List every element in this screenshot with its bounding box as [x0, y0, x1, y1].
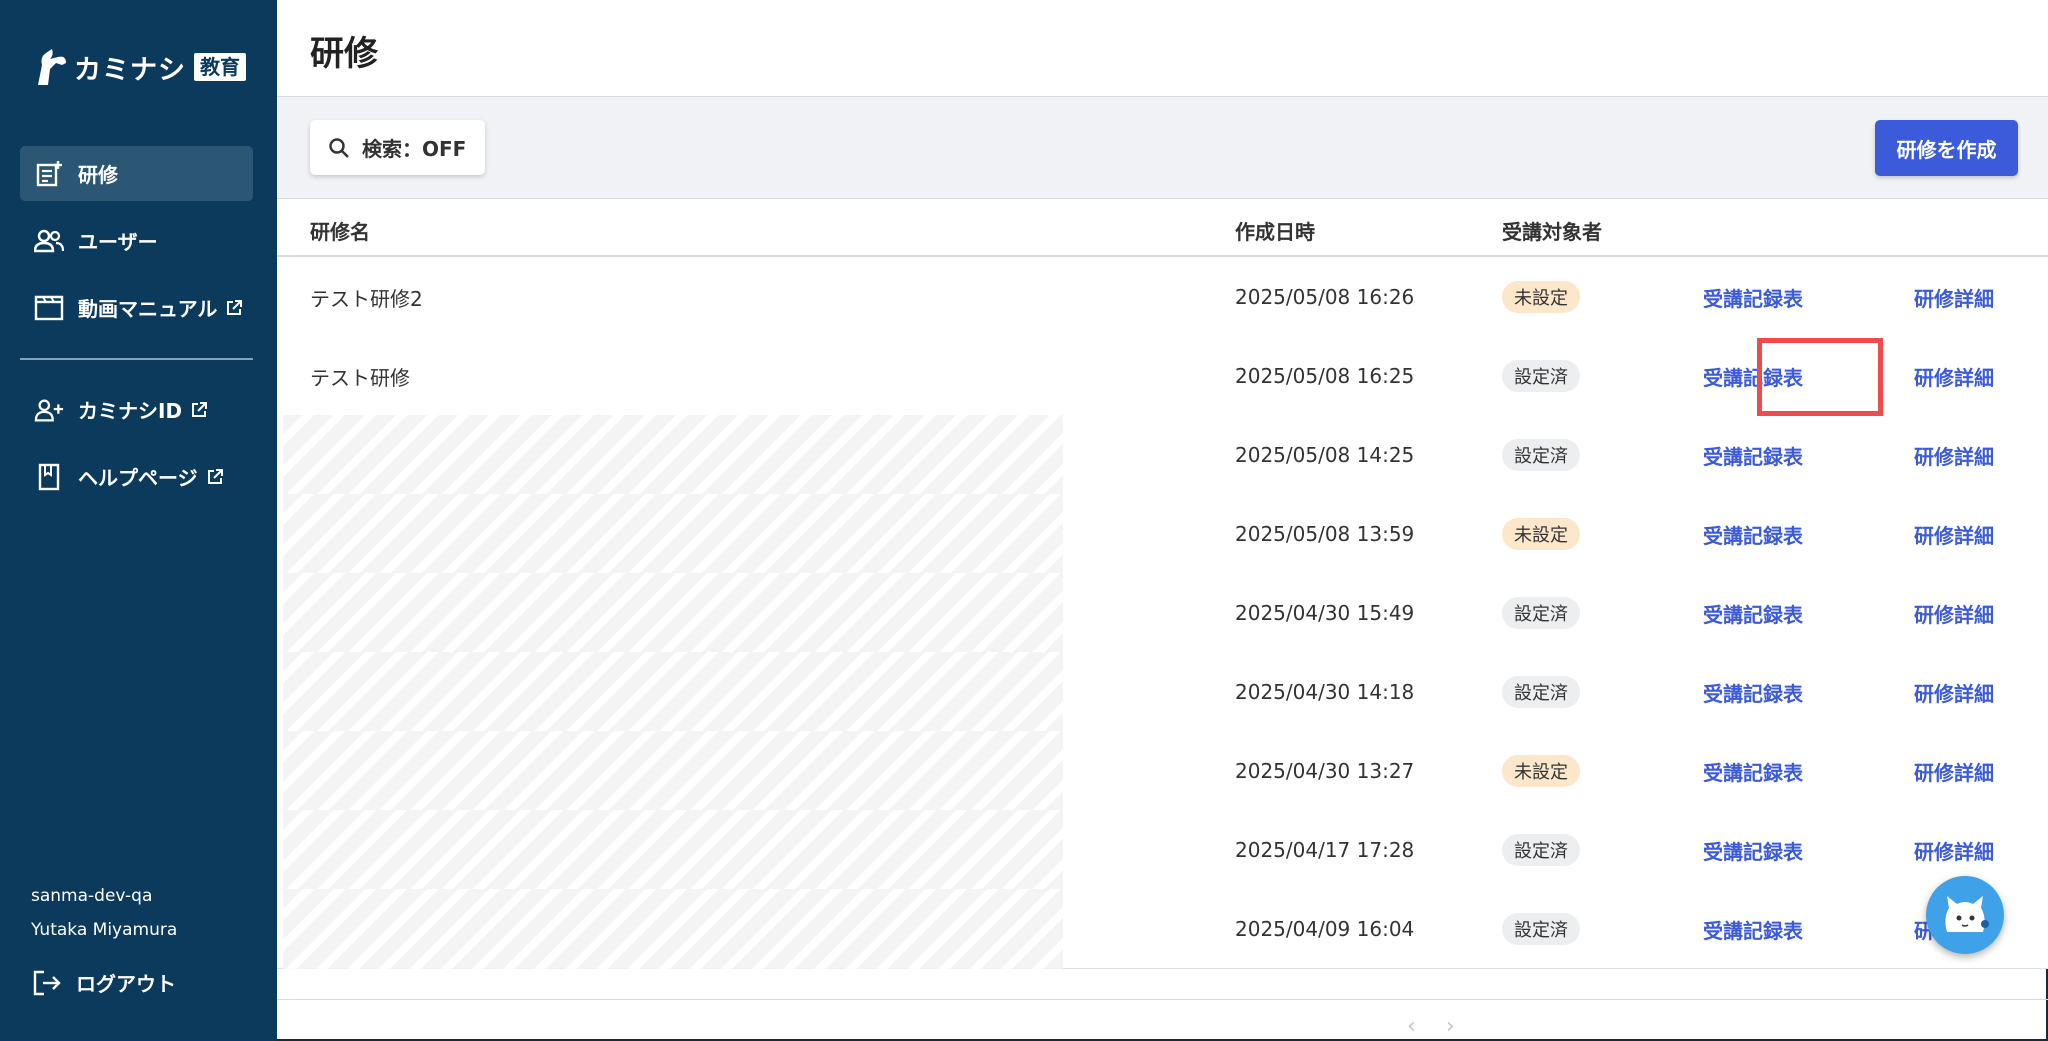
training-detail-link[interactable]: 研修詳細: [1914, 494, 1994, 574]
training-detail-link[interactable]: 研修詳細: [1914, 415, 1994, 495]
target-status-badge: 設定済: [1502, 360, 1580, 392]
redacted-training-name: [283, 415, 1063, 495]
search-toggle-button[interactable]: 検索：OFF: [310, 120, 485, 175]
table-row[interactable]: 2025/04/17 17:28 設定済 受講記録表 研修詳細: [277, 810, 2048, 890]
created-date: 2025/05/08 13:59: [1235, 522, 1415, 546]
goat-logo-icon: [38, 49, 66, 85]
toolbar: 検索：OFF 研修を作成: [277, 97, 2048, 199]
redacted-training-name: [283, 652, 1063, 732]
main-content: 研修 検索：OFF 研修を作成 研修名 作成日時 受講対象者 テスト研修2 202…: [277, 0, 2048, 1041]
table-row[interactable]: 2025/05/08 13:59 未設定 受講記録表 研修詳細: [277, 494, 2048, 574]
created-date: 2025/04/30 15:49: [1235, 601, 1415, 625]
target-status-badge: 未設定: [1502, 281, 1580, 313]
edit-note-icon: [34, 159, 64, 189]
training-detail-link[interactable]: 研修詳細: [1914, 336, 1994, 416]
logo-badge: 教育: [194, 53, 246, 81]
search-icon: [329, 137, 349, 158]
sidebar: カミナシ 教育 研修 ユーザー 動画マニュアル カミナシID ヘルプページ sa…: [0, 0, 277, 1041]
column-header-created[interactable]: 作成日時: [1235, 216, 1315, 245]
pager-prev-button[interactable]: ‹: [1407, 1014, 1446, 1039]
sidebar-item-kaminashi-id[interactable]: カミナシID: [20, 382, 253, 437]
table-row[interactable]: 2025/04/30 14:18 設定済 受講記録表 研修詳細: [277, 652, 2048, 732]
sidebar-item-label: ヘルプページ: [78, 466, 198, 490]
created-date: 2025/05/08 16:26: [1235, 285, 1415, 309]
users-icon: [34, 226, 64, 256]
table-row[interactable]: 2025/04/09 16:04 設定済 受講記録表研: [277, 889, 2048, 969]
table-header: 研修名 作成日時 受講対象者: [277, 199, 2048, 257]
sidebar-item-users[interactable]: ユーザー: [20, 213, 253, 268]
training-detail-link[interactable]: 研修詳細: [1914, 731, 1994, 811]
pager-next-button[interactable]: ›: [1446, 1014, 1485, 1039]
logout-icon: [32, 968, 62, 998]
training-detail-link[interactable]: 研修詳細: [1914, 652, 1994, 732]
training-name[interactable]: テスト研修2: [310, 257, 1050, 337]
logout-button[interactable]: ログアウト: [20, 955, 253, 1010]
created-date: 2025/05/08 16:25: [1235, 364, 1415, 388]
attendance-record-link[interactable]: 受講記録表: [1703, 810, 1803, 890]
sidebar-item-help[interactable]: ヘルプページ: [20, 449, 253, 504]
book-icon: [34, 462, 64, 492]
redacted-training-name: [283, 889, 1063, 969]
page-title: 研修: [310, 34, 378, 74]
highlight-box: [1757, 338, 1883, 416]
attendance-record-link[interactable]: 受講記録表: [1703, 257, 1803, 337]
target-status-badge: 設定済: [1502, 834, 1580, 866]
created-date: 2025/05/08 14:25: [1235, 443, 1415, 467]
sidebar-item-label: 研修: [78, 163, 118, 187]
created-date: 2025/04/30 14:18: [1235, 680, 1415, 704]
table-row[interactable]: 2025/04/30 13:27 未設定 受講記録表 研修詳細: [277, 731, 2048, 811]
redacted-training-name: [283, 573, 1063, 653]
cat-mascot-icon: [1945, 896, 1989, 932]
page-header: 研修: [277, 0, 2048, 97]
target-status-badge: 設定済: [1502, 439, 1580, 471]
pagination: ‹›: [1407, 1014, 1485, 1039]
target-status-badge: 設定済: [1502, 597, 1580, 629]
created-date: 2025/04/30 13:27: [1235, 759, 1415, 783]
account-org: sanma-dev-qa: [31, 886, 153, 906]
created-date: 2025/04/09 16:04: [1235, 917, 1415, 941]
training-detail-link[interactable]: 研修詳細: [1914, 257, 1994, 337]
table-row[interactable]: 2025/05/08 14:25 設定済 受講記録表 研修詳細: [277, 415, 2048, 495]
sidebar-divider: [20, 358, 253, 360]
redacted-training-name: [283, 810, 1063, 890]
add-user-icon: [34, 395, 64, 425]
column-header-name[interactable]: 研修名: [310, 216, 370, 245]
table-row[interactable]: テスト研修2 2025/05/08 16:26 未設定 受講記録表 研修詳細: [277, 257, 2048, 337]
sidebar-item-training[interactable]: 研修: [20, 146, 253, 201]
created-date: 2025/04/17 17:28: [1235, 838, 1415, 862]
chat-support-button[interactable]: [1926, 876, 2004, 954]
external-link-icon: [227, 299, 243, 315]
attendance-record-link[interactable]: 受講記録表: [1703, 889, 1803, 969]
attendance-record-link[interactable]: 受講記録表: [1703, 415, 1803, 495]
app-logo[interactable]: カミナシ 教育: [32, 44, 246, 90]
sidebar-item-label: カミナシID: [78, 399, 183, 423]
logo-text: カミナシ: [74, 54, 186, 86]
create-training-button[interactable]: 研修を作成: [1875, 120, 2018, 176]
target-status-badge: 未設定: [1502, 518, 1580, 550]
attendance-record-link[interactable]: 受講記録表: [1703, 652, 1803, 732]
external-link-icon: [192, 401, 208, 417]
sidebar-item-video-manual[interactable]: 動画マニュアル: [20, 280, 253, 335]
training-detail-link[interactable]: 研修詳細: [1914, 573, 1994, 653]
sidebar-item-label: 動画マニュアル: [78, 297, 218, 321]
clapperboard-icon: [34, 293, 64, 323]
redacted-training-name: [283, 494, 1063, 574]
external-link-icon: [207, 468, 223, 484]
table-row[interactable]: 2025/04/30 15:49 設定済 受講記録表 研修詳細: [277, 573, 2048, 653]
attendance-record-link[interactable]: 受講記録表: [1703, 494, 1803, 574]
target-status-badge: 設定済: [1502, 913, 1580, 945]
target-status-badge: 設定済: [1502, 676, 1580, 708]
logout-label: ログアウト: [76, 972, 176, 996]
account-user: Yutaka Miyamura: [31, 920, 178, 940]
search-toggle-label: 検索：OFF: [362, 137, 467, 161]
target-status-badge: 未設定: [1502, 755, 1580, 787]
attendance-record-link[interactable]: 受講記録表: [1703, 731, 1803, 811]
redacted-training-name: [283, 731, 1063, 811]
column-header-target[interactable]: 受講対象者: [1502, 216, 1602, 245]
training-name[interactable]: テスト研修: [310, 336, 1050, 416]
table-footer-divider: [277, 999, 2048, 1000]
sidebar-item-label: ユーザー: [78, 230, 158, 254]
attendance-record-link[interactable]: 受講記録表: [1703, 573, 1803, 653]
